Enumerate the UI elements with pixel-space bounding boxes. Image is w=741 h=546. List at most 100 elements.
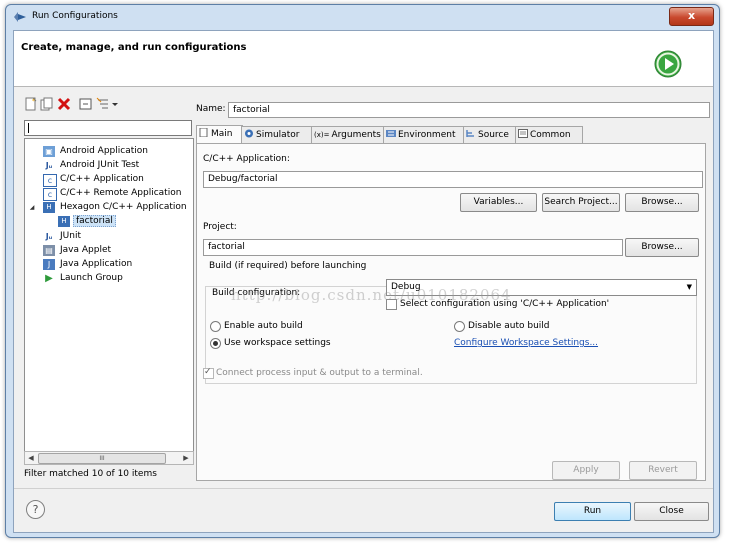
tree-item-label: Android Application — [60, 146, 148, 156]
browse-project-button[interactable]: Browse... — [625, 238, 699, 257]
variables-button[interactable]: Variables... — [460, 193, 537, 212]
svg-text:*: * — [32, 98, 35, 105]
dropdown-arrow-icon[interactable] — [110, 97, 120, 111]
footer-separator — [14, 488, 713, 489]
app-field[interactable]: Debug/factorial — [203, 171, 703, 188]
disable-auto-build-radio[interactable] — [454, 321, 465, 332]
c-icon: c — [43, 174, 57, 187]
tab-source[interactable]: Source — [463, 126, 517, 143]
tab-environment[interactable]: Environment — [383, 126, 465, 143]
enable-auto-build-radio[interactable] — [210, 321, 221, 332]
config-tabs: Main Simulator (x)= Arguments Environment… — [196, 125, 704, 144]
window-close-button[interactable]: x — [669, 7, 714, 26]
tree-item-factorial[interactable]: H factorial — [25, 215, 193, 229]
text-caret — [28, 123, 29, 133]
project-label: Project: — [203, 222, 237, 232]
scrollbar-thumb[interactable]: III — [38, 453, 166, 464]
apply-button[interactable]: Apply — [552, 461, 620, 480]
launch-group-icon: ▶ — [45, 273, 53, 284]
enable-auto-build-label: Enable auto build — [224, 321, 303, 331]
simulator-tab-icon — [245, 129, 253, 138]
build-group-title: Build (if required) before launching — [207, 261, 369, 271]
config-tree[interactable]: ▣ Android Application Jᵤ Android JUnit T… — [24, 138, 194, 453]
app-label: C/C++ Application: — [203, 154, 290, 164]
name-field[interactable]: factorial — [228, 102, 710, 118]
scroll-left-icon[interactable]: ◀ — [25, 452, 37, 464]
java-app-icon: J — [43, 259, 55, 270]
common-tab-icon — [518, 129, 528, 138]
configure-workspace-link[interactable]: Configure Workspace Settings... — [454, 338, 598, 348]
duplicate-icon[interactable] — [40, 97, 54, 111]
tree-item-label: JUnit — [60, 231, 81, 241]
tab-label: Main — [211, 129, 233, 139]
c-icon: c — [43, 188, 57, 201]
tab-label: Simulator — [256, 130, 300, 140]
collapse-all-icon[interactable] — [79, 97, 93, 111]
tree-item-label: Launch Group — [60, 273, 123, 283]
tree-item-android-application[interactable]: ▣ Android Application — [25, 145, 193, 159]
main-tab-panel: C/C++ Application: Debug/factorial Varia… — [196, 143, 706, 481]
watermark-text: http://blog.csdn.net/u010182064 — [231, 286, 512, 304]
tab-label: Arguments — [331, 130, 381, 140]
junit-icon: Jᵤ — [45, 232, 53, 241]
tree-item-label: factorial — [73, 215, 116, 227]
tree-horizontal-scrollbar[interactable]: ◀ III ▶ — [24, 451, 194, 465]
tree-item-java-application[interactable]: J Java Application — [25, 258, 193, 272]
name-label: Name: — [196, 104, 226, 114]
tree-item-label: Java Applet — [60, 245, 112, 255]
tree-item-label: C/C++ Application — [60, 174, 144, 184]
connect-terminal-label: Connect process input & output to a term… — [216, 368, 423, 378]
junit-icon: Jᵤ — [45, 161, 53, 170]
chevron-down-icon: ▼ — [686, 283, 692, 291]
android-app-icon: ▣ — [43, 146, 55, 157]
hexagon-config-icon: H — [58, 216, 70, 227]
environment-tab-icon — [386, 130, 396, 137]
revert-button[interactable]: Revert — [629, 461, 697, 480]
use-workspace-label: Use workspace settings — [224, 338, 331, 348]
disable-auto-build-label: Disable auto build — [468, 321, 550, 331]
tab-main[interactable]: Main — [196, 125, 243, 144]
window-title: Run Configurations — [32, 11, 118, 21]
tree-item-label: Android JUnit Test — [60, 160, 140, 170]
expanded-arrow-icon[interactable]: ◢ — [28, 202, 36, 213]
close-button[interactable]: Close — [634, 502, 709, 521]
tab-simulator[interactable]: Simulator — [241, 126, 313, 143]
tab-label: Source — [478, 130, 509, 140]
delete-icon[interactable] — [57, 97, 71, 111]
connect-terminal-checkbox[interactable] — [203, 367, 214, 379]
source-tab-icon — [466, 130, 474, 137]
tree-item-label: Hexagon C/C++ Application — [60, 202, 187, 212]
project-field[interactable]: factorial — [203, 239, 623, 256]
dialog-header-title: Create, manage, and run configurations — [21, 42, 247, 53]
tab-label: Common — [530, 130, 571, 140]
tree-item-junit[interactable]: Jᵤ JUnit — [25, 230, 193, 244]
tree-item-launch-group[interactable]: ▶ Launch Group — [25, 272, 193, 286]
tree-item-label: Java Application — [60, 259, 133, 269]
new-config-icon[interactable]: * — [24, 97, 38, 111]
filter-status-text: Filter matched 10 of 10 items — [24, 469, 157, 479]
tree-item-hexagon-application[interactable]: ◢ H Hexagon C/C++ Application — [25, 201, 193, 215]
help-icon[interactable]: ? — [26, 500, 45, 519]
tab-arguments[interactable]: (x)= Arguments — [311, 126, 385, 143]
tab-common[interactable]: Common — [515, 126, 583, 143]
use-workspace-radio[interactable] — [210, 338, 221, 349]
tree-item-java-applet[interactable]: ▤ Java Applet — [25, 244, 193, 258]
dialog-header: Create, manage, and run configurations — [14, 31, 713, 87]
applet-icon: ▤ — [43, 245, 55, 256]
tab-label: Environment — [398, 130, 456, 140]
hexagon-icon: H — [43, 202, 55, 213]
tree-item-cpp-application[interactable]: c C/C++ Application — [25, 173, 193, 187]
run-button[interactable]: Run — [554, 502, 631, 521]
run-configurations-app-icon — [14, 12, 26, 22]
scroll-right-icon[interactable]: ▶ — [180, 452, 192, 464]
browse-app-button[interactable]: Browse... — [625, 193, 699, 212]
filter-input[interactable] — [24, 120, 192, 136]
title-bar[interactable]: Run Configurations x — [6, 5, 719, 30]
filter-icon[interactable] — [96, 97, 110, 111]
arguments-tab-icon: (x)= — [314, 131, 330, 139]
tree-item-cpp-remote-application[interactable]: c C/C++ Remote Application — [25, 187, 193, 201]
dialog-client-area: Create, manage, and run configurations *… — [13, 30, 714, 533]
main-tab-icon — [199, 128, 208, 137]
search-project-button[interactable]: Search Project... — [542, 193, 620, 212]
tree-item-android-junit-test[interactable]: Jᵤ Android JUnit Test — [25, 159, 193, 173]
